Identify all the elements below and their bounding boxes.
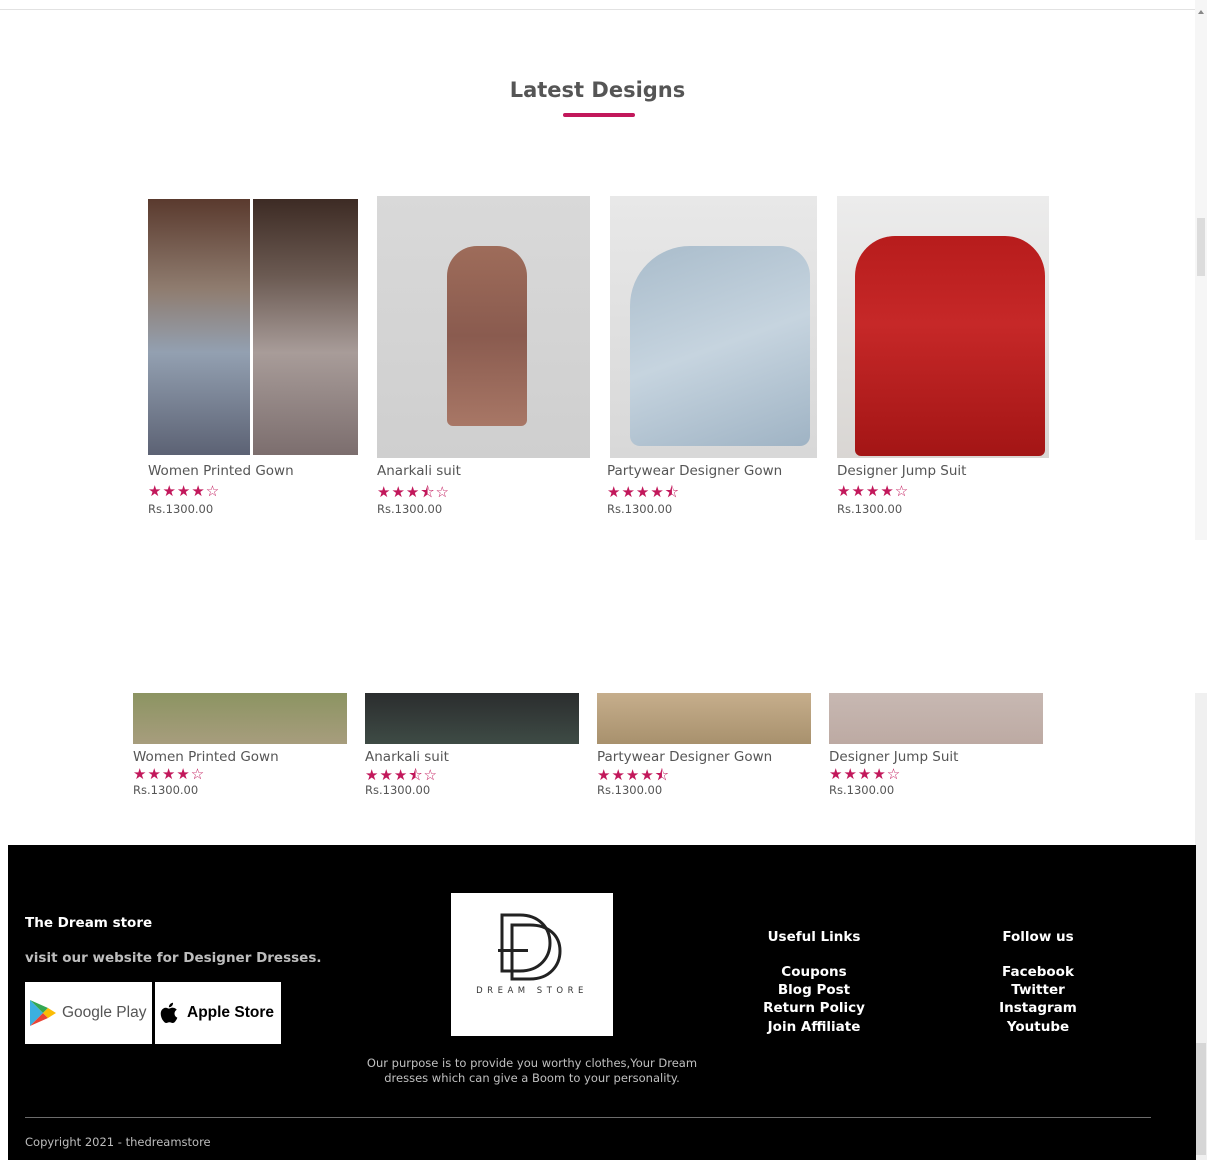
link-blog-post[interactable]: Blog Post (753, 981, 875, 999)
scrollbar-thumb[interactable] (1197, 218, 1205, 276)
link-twitter[interactable]: Twitter (984, 981, 1092, 999)
apple-icon (160, 1002, 178, 1023)
product-price: Rs.1300.00 (597, 783, 663, 797)
product-name[interactable]: Partywear Designer Gown (607, 463, 782, 479)
footer-purpose: Our purpose is to provide you worthy clo… (366, 1056, 698, 1085)
rating-stars: ★★★★☆ (133, 765, 206, 783)
scrollbar[interactable] (1195, 0, 1207, 540)
follow-us-column: Follow us Facebook Twitter Instagram You… (984, 929, 1092, 1036)
link-instagram[interactable]: Instagram (984, 999, 1092, 1017)
product-card[interactable]: Partywear Designer Gown ★★★★⯪ Rs.1300.00 (597, 693, 813, 803)
logo-text: DREAM STORE (476, 986, 588, 996)
google-play-label: Google Play (62, 1004, 147, 1021)
product-price: Rs.1300.00 (607, 502, 673, 516)
footer-divider (25, 1117, 1151, 1118)
product-card[interactable]: Anarkali suit ★★★⯪☆ Rs.1300.00 (377, 196, 591, 519)
product-name[interactable]: Anarkali suit (365, 749, 449, 765)
useful-links-column: Useful Links Coupons Blog Post Return Po… (753, 929, 875, 1036)
product-price: Rs.1300.00 (365, 783, 431, 797)
product-card[interactable]: Women Printed Gown ★★★★☆ Rs.1300.00 (148, 199, 360, 519)
footer-brand: The Dream store (25, 915, 153, 931)
rating-stars: ★★★★☆ (829, 765, 902, 783)
footer-tagline: visit our website for Designer Dresses. (25, 950, 322, 966)
link-return-policy[interactable]: Return Policy (753, 999, 875, 1017)
product-card[interactable]: Designer Jump Suit ★★★★☆ Rs.1300.00 (829, 693, 1045, 803)
useful-links-heading: Useful Links (767, 929, 861, 945)
product-image[interactable] (365, 693, 579, 744)
product-card[interactable]: Partywear Designer Gown ★★★★⯪ Rs.1300.00 (607, 196, 821, 519)
link-coupons[interactable]: Coupons (753, 963, 875, 981)
google-play-button[interactable]: Google Play (25, 982, 152, 1044)
scroll-up-icon[interactable] (1198, 10, 1204, 14)
follow-us-heading: Follow us (1002, 929, 1074, 945)
product-name[interactable]: Women Printed Gown (148, 463, 294, 479)
scrollbar-thumb-lower[interactable] (1196, 1043, 1206, 1155)
product-price: Rs.1300.00 (829, 783, 895, 797)
link-join-affiliate[interactable]: Join Affiliate (753, 1018, 875, 1036)
link-facebook[interactable]: Facebook (984, 963, 1092, 981)
product-name[interactable]: Women Printed Gown (133, 749, 279, 765)
product-image[interactable] (829, 693, 1043, 744)
product-name[interactable]: Partywear Designer Gown (597, 749, 772, 765)
product-image[interactable] (837, 196, 1049, 458)
dd-monogram-icon (498, 913, 562, 981)
link-youtube[interactable]: Youtube (984, 1018, 1092, 1036)
google-play-icon (30, 1000, 56, 1026)
product-name[interactable]: Designer Jump Suit (837, 463, 966, 479)
rating-stars: ★★★★☆ (148, 482, 221, 500)
rating-stars: ★★★★☆ (837, 482, 910, 500)
apple-store-button[interactable]: Apple Store (155, 982, 281, 1044)
product-price: Rs.1300.00 (148, 502, 214, 516)
apple-store-label: Apple Store (187, 1004, 274, 1021)
product-image[interactable] (377, 196, 590, 458)
product-image[interactable] (133, 693, 347, 744)
product-price: Rs.1300.00 (377, 502, 443, 516)
title-underline (563, 113, 635, 117)
scrollbar-lower[interactable] (1195, 693, 1207, 1160)
product-card[interactable]: Women Printed Gown ★★★★☆ Rs.1300.00 (133, 693, 349, 803)
product-price: Rs.1300.00 (837, 502, 903, 516)
product-image[interactable] (148, 199, 358, 455)
dream-store-logo[interactable]: DREAM STORE (451, 893, 613, 1036)
product-image[interactable] (597, 693, 811, 744)
top-divider (0, 0, 1195, 10)
section-title: Latest Designs (509, 78, 686, 102)
copyright-text: Copyright 2021 - thedreamstore (25, 1135, 211, 1149)
product-price: Rs.1300.00 (133, 783, 199, 797)
product-name[interactable]: Designer Jump Suit (829, 749, 958, 765)
product-name[interactable]: Anarkali suit (377, 463, 461, 479)
product-card[interactable]: Anarkali suit ★★★⯪☆ Rs.1300.00 (365, 693, 581, 803)
site-footer: The Dream store visit our website for De… (8, 845, 1196, 1160)
product-image[interactable] (610, 196, 817, 458)
product-card[interactable]: Designer Jump Suit ★★★★☆ Rs.1300.00 (837, 196, 1051, 519)
